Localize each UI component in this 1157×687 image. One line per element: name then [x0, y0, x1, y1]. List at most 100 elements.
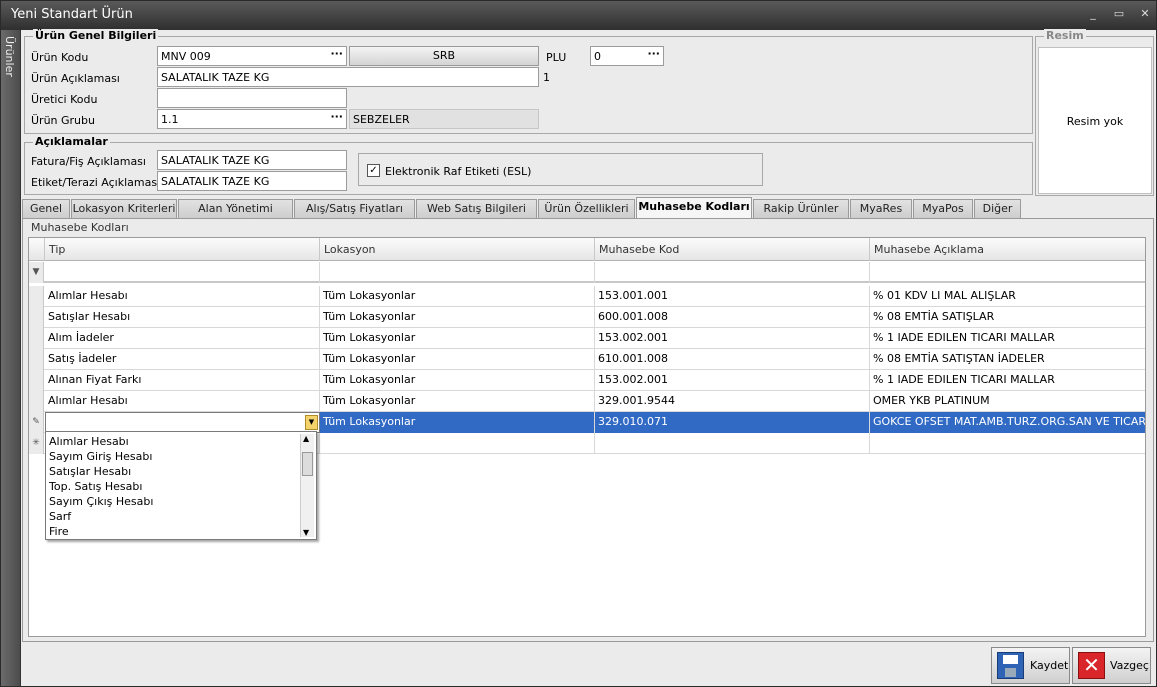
- product-group-input[interactable]: 1.1 ···: [157, 109, 347, 129]
- cell-lokasyon[interactable]: Tüm Lokasyonlar: [320, 370, 595, 391]
- tab-lokasyon-kriterleri[interactable]: Lokasyon Kriterleri: [71, 199, 177, 218]
- cell-aciklama[interactable]: % 08 EMTİA SATIŞTAN İADELER: [870, 349, 1145, 370]
- table-row[interactable]: Alımlar Hesabı Tüm Lokasyonlar 153.001.0…: [29, 286, 1145, 307]
- cell-kod[interactable]: 329.001.9544: [595, 391, 870, 412]
- product-group-value: 1.1: [161, 113, 179, 126]
- cell-kod[interactable]: 153.002.001: [595, 370, 870, 391]
- row-indicator[interactable]: [29, 286, 44, 307]
- manufacturer-code-input[interactable]: [157, 88, 347, 108]
- product-group-lookup-icon[interactable]: ···: [330, 110, 343, 123]
- cell-aciklama[interactable]: % 1 IADE EDILEN TICARI MALLAR: [870, 328, 1145, 349]
- row-indicator[interactable]: [29, 328, 44, 349]
- tab-myares[interactable]: MyaRes: [850, 199, 912, 218]
- row-indicator[interactable]: [29, 349, 44, 370]
- tab-myapos[interactable]: MyaPos: [913, 199, 973, 218]
- filter-lokasyon[interactable]: [320, 262, 595, 283]
- tab-genel[interactable]: Genel: [22, 199, 70, 218]
- tab-rakip-urunler[interactable]: Rakip Ürünler: [753, 199, 849, 218]
- cell-tip[interactable]: Alınan Fiyat Farkı: [45, 370, 320, 391]
- dropdown-item[interactable]: Sayım Çıkış Hesabı: [49, 494, 153, 509]
- product-code-lookup-icon[interactable]: ···: [330, 47, 343, 60]
- dropdown-item[interactable]: Fire: [49, 524, 69, 539]
- srb-button[interactable]: SRB: [349, 46, 539, 66]
- filter-tip[interactable]: [45, 262, 320, 283]
- tab-muhasebe-kodlari[interactable]: Muhasebe Kodları: [636, 197, 752, 219]
- tab-alan-yonetimi[interactable]: Alan Yönetimi: [178, 199, 293, 218]
- cell-lokasyon[interactable]: Tüm Lokasyonlar: [320, 328, 595, 349]
- row-indicator[interactable]: [29, 307, 44, 328]
- cell-tip[interactable]: Alımlar Hesabı: [45, 286, 320, 307]
- dropdown-item[interactable]: Satışlar Hesabı: [49, 464, 131, 479]
- cancel-button[interactable]: ✕ Vazgeç: [1072, 647, 1151, 684]
- cell-kod[interactable]: 610.001.008: [595, 349, 870, 370]
- table-row[interactable]: Satışlar Hesabı Tüm Lokasyonlar 600.001.…: [29, 307, 1145, 328]
- col-header-muhasebe-aciklama[interactable]: Muhasebe Açıklama: [870, 238, 1145, 261]
- cell-tip[interactable]: Alım İadeler: [45, 328, 320, 349]
- product-code-input[interactable]: MNV 009 ···: [157, 46, 347, 66]
- filter-kod[interactable]: [595, 262, 870, 283]
- filter-icon[interactable]: ▼: [29, 262, 44, 283]
- sidebar-products[interactable]: Ürünler: [1, 30, 21, 686]
- col-header-muhasebe-kod[interactable]: Muhasebe Kod: [595, 238, 870, 261]
- combo-dropdown-icon[interactable]: ▼: [305, 415, 318, 430]
- cell-lokasyon[interactable]: Tüm Lokasyonlar: [320, 412, 595, 433]
- col-header-lokasyon[interactable]: Lokasyon: [320, 238, 595, 261]
- scroll-up-icon[interactable]: ▲: [303, 434, 309, 443]
- product-description-input[interactable]: SALATALIK TAZE KG: [157, 67, 539, 87]
- cell-kod[interactable]: 153.002.001: [595, 328, 870, 349]
- cell-kod[interactable]: 153.001.001: [595, 286, 870, 307]
- col-header-tip[interactable]: Tip: [45, 238, 320, 261]
- dropdown-item[interactable]: Top. Satış Hesabı: [49, 479, 142, 494]
- table-row[interactable]: Satış İadeler Tüm Lokasyonlar 610.001.00…: [29, 349, 1145, 370]
- plu-lookup-icon[interactable]: ···: [647, 47, 660, 60]
- filter-row: ▼: [29, 262, 1145, 283]
- cell-kod[interactable]: 329.010.071: [595, 412, 870, 433]
- tip-combo-editor[interactable]: ▼: [45, 412, 320, 433]
- image-title: Resim: [1044, 29, 1086, 42]
- filter-aciklama[interactable]: [870, 262, 1145, 283]
- scroll-thumb[interactable]: [302, 452, 313, 476]
- new-cell-lokasyon[interactable]: [320, 433, 595, 454]
- new-cell-aciklama[interactable]: [870, 433, 1145, 454]
- table-row-editing[interactable]: ✎ ▼ Tüm Lokasyonlar 329.010.071 GOKCE OF…: [29, 412, 1145, 433]
- tab-web-satis-bilgileri[interactable]: Web Satış Bilgileri: [416, 199, 537, 218]
- row-indicator[interactable]: [29, 391, 44, 412]
- table-row[interactable]: Alınan Fiyat Farkı Tüm Lokasyonlar 153.0…: [29, 370, 1145, 391]
- label-description-input[interactable]: SALATALIK TAZE KG: [157, 171, 347, 191]
- cell-aciklama[interactable]: OMER YKB PLATINUM: [870, 391, 1145, 412]
- cell-tip[interactable]: Alımlar Hesabı: [45, 391, 320, 412]
- save-button[interactable]: Kaydet: [991, 647, 1070, 684]
- new-cell-kod[interactable]: [595, 433, 870, 454]
- cell-lokasyon[interactable]: Tüm Lokasyonlar: [320, 307, 595, 328]
- invoice-description-input[interactable]: SALATALIK TAZE KG: [157, 150, 347, 170]
- row-indicator[interactable]: [29, 370, 44, 391]
- cell-lokasyon[interactable]: Tüm Lokasyonlar: [320, 286, 595, 307]
- cancel-label: Vazgeç: [1110, 659, 1149, 672]
- tab-alis-satis-fiyatlari[interactable]: Alış/Satış Fiyatları: [294, 199, 415, 218]
- cell-aciklama[interactable]: GOKCE OFSET MAT.AMB.TURZ.ORG.SAN VE TICA…: [870, 412, 1145, 433]
- image-placeholder[interactable]: Resim yok: [1038, 47, 1152, 194]
- dropdown-scrollbar[interactable]: ▲ ▼: [300, 434, 314, 537]
- cell-lokasyon[interactable]: Tüm Lokasyonlar: [320, 391, 595, 412]
- cell-aciklama[interactable]: % 08 EMTİA SATIŞLAR: [870, 307, 1145, 328]
- cell-lokasyon[interactable]: Tüm Lokasyonlar: [320, 349, 595, 370]
- cell-tip[interactable]: Satışlar Hesabı: [45, 307, 320, 328]
- table-row[interactable]: Alım İadeler Tüm Lokasyonlar 153.002.001…: [29, 328, 1145, 349]
- minimize-button[interactable]: _: [1085, 6, 1101, 22]
- cell-aciklama[interactable]: % 01 KDV LI MAL ALIŞLAR: [870, 286, 1145, 307]
- product-group-name: SEBZELER: [349, 109, 539, 129]
- maximize-button[interactable]: ▭: [1111, 6, 1127, 22]
- plu-input[interactable]: 0 ···: [590, 46, 664, 66]
- dropdown-item[interactable]: Alımlar Hesabı: [49, 434, 129, 449]
- scroll-down-icon[interactable]: ▼: [303, 528, 309, 537]
- cell-kod[interactable]: 600.001.008: [595, 307, 870, 328]
- close-button[interactable]: ✕: [1137, 6, 1153, 22]
- cell-tip[interactable]: Satış İadeler: [45, 349, 320, 370]
- cell-aciklama[interactable]: % 1 IADE EDILEN TICARI MALLAR: [870, 370, 1145, 391]
- table-row[interactable]: Alımlar Hesabı Tüm Lokasyonlar 329.001.9…: [29, 391, 1145, 412]
- esl-checkbox[interactable]: ✓: [367, 164, 380, 177]
- dropdown-item[interactable]: Sayım Giriş Hesabı: [49, 449, 152, 464]
- tab-urun-ozellikleri[interactable]: Ürün Özellikleri: [538, 199, 635, 218]
- dropdown-item[interactable]: Sarf: [49, 509, 71, 524]
- tab-diger[interactable]: Diğer: [974, 199, 1021, 218]
